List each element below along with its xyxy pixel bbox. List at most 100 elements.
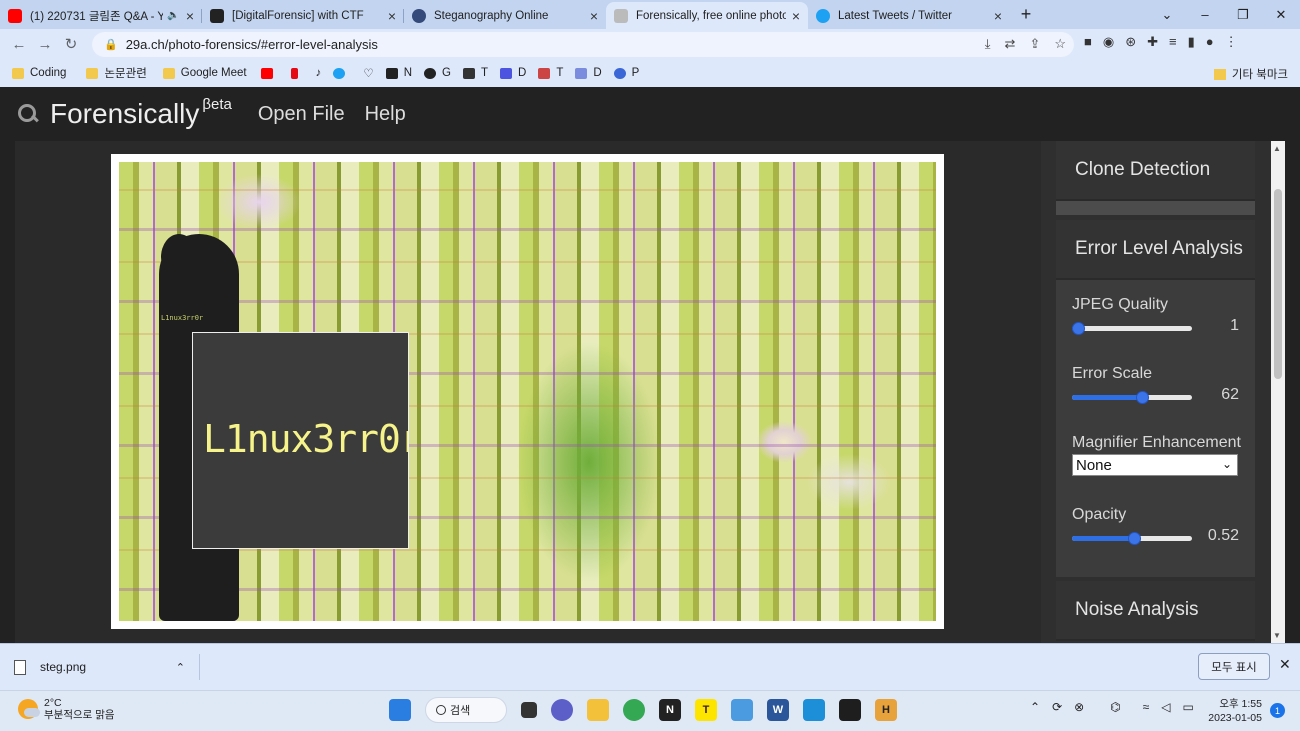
sidepanel-icon[interactable]: ▮ xyxy=(1188,34,1195,50)
windows-start-icon[interactable] xyxy=(389,699,411,721)
reload-icon[interactable]: ↻ xyxy=(58,35,84,53)
terminal-icon[interactable] xyxy=(839,699,861,721)
magnifier-select[interactable]: None ⌄ xyxy=(1072,454,1238,476)
hidden-text: L1nux3rr0r xyxy=(161,314,204,322)
clock[interactable]: 오후 1:55 2023-01-05 xyxy=(1204,697,1262,725)
opacity-slider[interactable] xyxy=(1072,530,1192,546)
close-icon[interactable]: ✕ xyxy=(1279,656,1291,673)
chat-icon[interactable] xyxy=(551,699,573,721)
ela-image[interactable]: L1nux3rr0r L1nux3rr0r xyxy=(119,162,936,621)
bookmark-music[interactable]: ♪ xyxy=(316,67,322,79)
scroll-down-icon[interactable]: ▼ xyxy=(1273,631,1281,640)
browser-tab[interactable]: [DigitalForensic] with CTF × xyxy=(202,2,404,29)
forward-icon[interactable]: → xyxy=(32,36,58,53)
menu-icon[interactable]: ⋮ xyxy=(1225,34,1238,50)
notion-icon[interactable]: N xyxy=(659,699,681,721)
bookmark-notion[interactable]: N xyxy=(385,67,412,79)
bookmark-t2[interactable]: T xyxy=(538,67,563,79)
battery-icon[interactable]: ▭ xyxy=(1183,700,1194,714)
bookmark-folder[interactable]: Coding xyxy=(12,67,66,79)
app-header: Forensically βeta Open File Help xyxy=(0,87,1300,141)
bookmark-github[interactable]: G xyxy=(424,67,451,79)
bookmark-p[interactable]: P xyxy=(613,67,639,79)
close-tab-icon[interactable]: × xyxy=(186,8,194,24)
ela-header[interactable]: Error Level Analysis xyxy=(1056,220,1255,280)
noise-analysis-header[interactable]: Noise Analysis xyxy=(1056,581,1255,641)
bookmark-folder[interactable]: Google Meet xyxy=(162,67,247,79)
task-view-icon[interactable] xyxy=(521,702,537,718)
close-tab-icon[interactable]: × xyxy=(994,8,1002,24)
jpeg-quality-slider[interactable] xyxy=(1072,320,1192,336)
weather-icon xyxy=(18,699,40,719)
youtube-icon xyxy=(8,8,22,23)
extension-icon[interactable]: ■ xyxy=(1084,34,1092,50)
word-icon[interactable]: W xyxy=(767,699,789,721)
extension-icon[interactable]: ◉ xyxy=(1103,34,1114,50)
extension-icon[interactable]: ⊛ xyxy=(1125,34,1136,50)
back-icon[interactable]: ← xyxy=(6,36,32,53)
volume-icon[interactable]: ◁ xyxy=(1161,700,1170,714)
download-item[interactable]: steg.png ⌃ xyxy=(14,654,200,680)
magnifier-control: Magnifier Enhancement None ⌄ xyxy=(1056,434,1255,476)
app-tray-icon[interactable]: ⊗ xyxy=(1074,700,1084,714)
notepad-icon[interactable] xyxy=(731,699,753,721)
new-tab-button[interactable]: + xyxy=(1010,4,1042,25)
show-all-button[interactable]: 모두 표시 xyxy=(1198,653,1270,680)
bookmark-d[interactable]: D xyxy=(500,67,526,79)
open-file-link[interactable]: Open File xyxy=(258,103,345,126)
scroll-up-icon[interactable]: ▲ xyxy=(1273,144,1281,153)
bookmark-twitter[interactable] xyxy=(333,67,351,79)
translate-icon[interactable]: ⇄ xyxy=(1005,36,1016,52)
folder-icon xyxy=(1213,68,1226,80)
puzzle-icon[interactable]: ✚ xyxy=(1147,34,1158,50)
browser-tab[interactable]: Steganography Online × xyxy=(404,2,606,29)
close-tab-icon[interactable]: × xyxy=(792,8,800,24)
bookmark-folder[interactable]: 논문관련 xyxy=(86,65,147,81)
restore-icon[interactable]: ❐ xyxy=(1224,7,1262,23)
profile-avatar[interactable]: ● xyxy=(1206,34,1214,50)
file-explorer-icon[interactable] xyxy=(587,699,609,721)
close-tab-icon[interactable]: × xyxy=(590,8,598,24)
bookmark-youtube[interactable] xyxy=(260,67,279,79)
clone-detection-header[interactable]: Clone Detection xyxy=(1056,141,1255,201)
speaker-icon[interactable]: 🔈 xyxy=(167,10,179,21)
close-tab-icon[interactable]: × xyxy=(388,8,396,24)
minimize-icon[interactable]: – xyxy=(1186,7,1224,22)
tab-search-icon[interactable]: ⌄ xyxy=(1148,7,1186,23)
bookmark-heart[interactable]: ♡ xyxy=(363,66,373,80)
bookmark-netflix[interactable] xyxy=(290,67,304,79)
help-link[interactable]: Help xyxy=(365,103,406,126)
network-icon[interactable]: ⌬ xyxy=(1110,700,1120,714)
page-scrollbar[interactable]: ▲ ▼ xyxy=(1271,141,1285,643)
hxd-icon[interactable]: H xyxy=(875,699,897,721)
close-window-icon[interactable]: ✕ xyxy=(1262,7,1300,23)
brand[interactable]: Forensically βeta xyxy=(16,96,232,130)
browser-tab[interactable]: Latest Tweets / Twitter × xyxy=(808,2,1010,29)
tools-sidebar: Clone Detection Error Level Analysis JPE… xyxy=(1041,141,1271,643)
chrome-icon[interactable] xyxy=(623,699,645,721)
sync-icon[interactable]: ⟳ xyxy=(1052,700,1062,714)
chevron-up-icon[interactable]: ⌃ xyxy=(1030,700,1040,714)
bookmark-star-icon[interactable]: ☆ xyxy=(1054,36,1066,52)
browser-tab[interactable]: (1) 220731 글림존 Q&A - Y 🔈 × xyxy=(0,2,202,29)
weather-widget[interactable]: 2°C 부분적으로 맑음 xyxy=(18,697,115,721)
browser-tab-active[interactable]: Forensically, free online photo f × xyxy=(606,2,808,29)
bookmark-d2[interactable]: D xyxy=(575,67,602,79)
chevron-up-icon[interactable]: ⌃ xyxy=(176,661,185,674)
install-icon[interactable]: ⤓ xyxy=(985,36,991,52)
error-scale-slider[interactable] xyxy=(1072,389,1192,405)
bookmark-t[interactable]: T xyxy=(462,67,488,79)
share-icon[interactable]: ⇪ xyxy=(1029,36,1040,52)
kakaotalk-icon[interactable]: T xyxy=(695,699,717,721)
site-icon xyxy=(210,8,224,23)
lock-icon[interactable]: 🔒 xyxy=(104,38,118,51)
notification-badge[interactable]: 1 xyxy=(1270,703,1285,718)
url-field[interactable]: 🔒 29a.ch/photo-forensics/#error-level-an… xyxy=(92,32,1074,57)
wifi-icon[interactable]: ≈ xyxy=(1143,700,1150,714)
other-bookmarks[interactable]: 기타 북마크 xyxy=(1213,66,1288,82)
app-icon[interactable] xyxy=(803,699,825,721)
tab-strip: (1) 220731 글림존 Q&A - Y 🔈 × [DigitalForen… xyxy=(0,0,1300,29)
taskbar-search[interactable]: 검색 xyxy=(425,697,507,723)
media-icon[interactable]: ≡ xyxy=(1169,34,1177,50)
window-controls: ⌄ – ❐ ✕ xyxy=(1148,0,1300,29)
